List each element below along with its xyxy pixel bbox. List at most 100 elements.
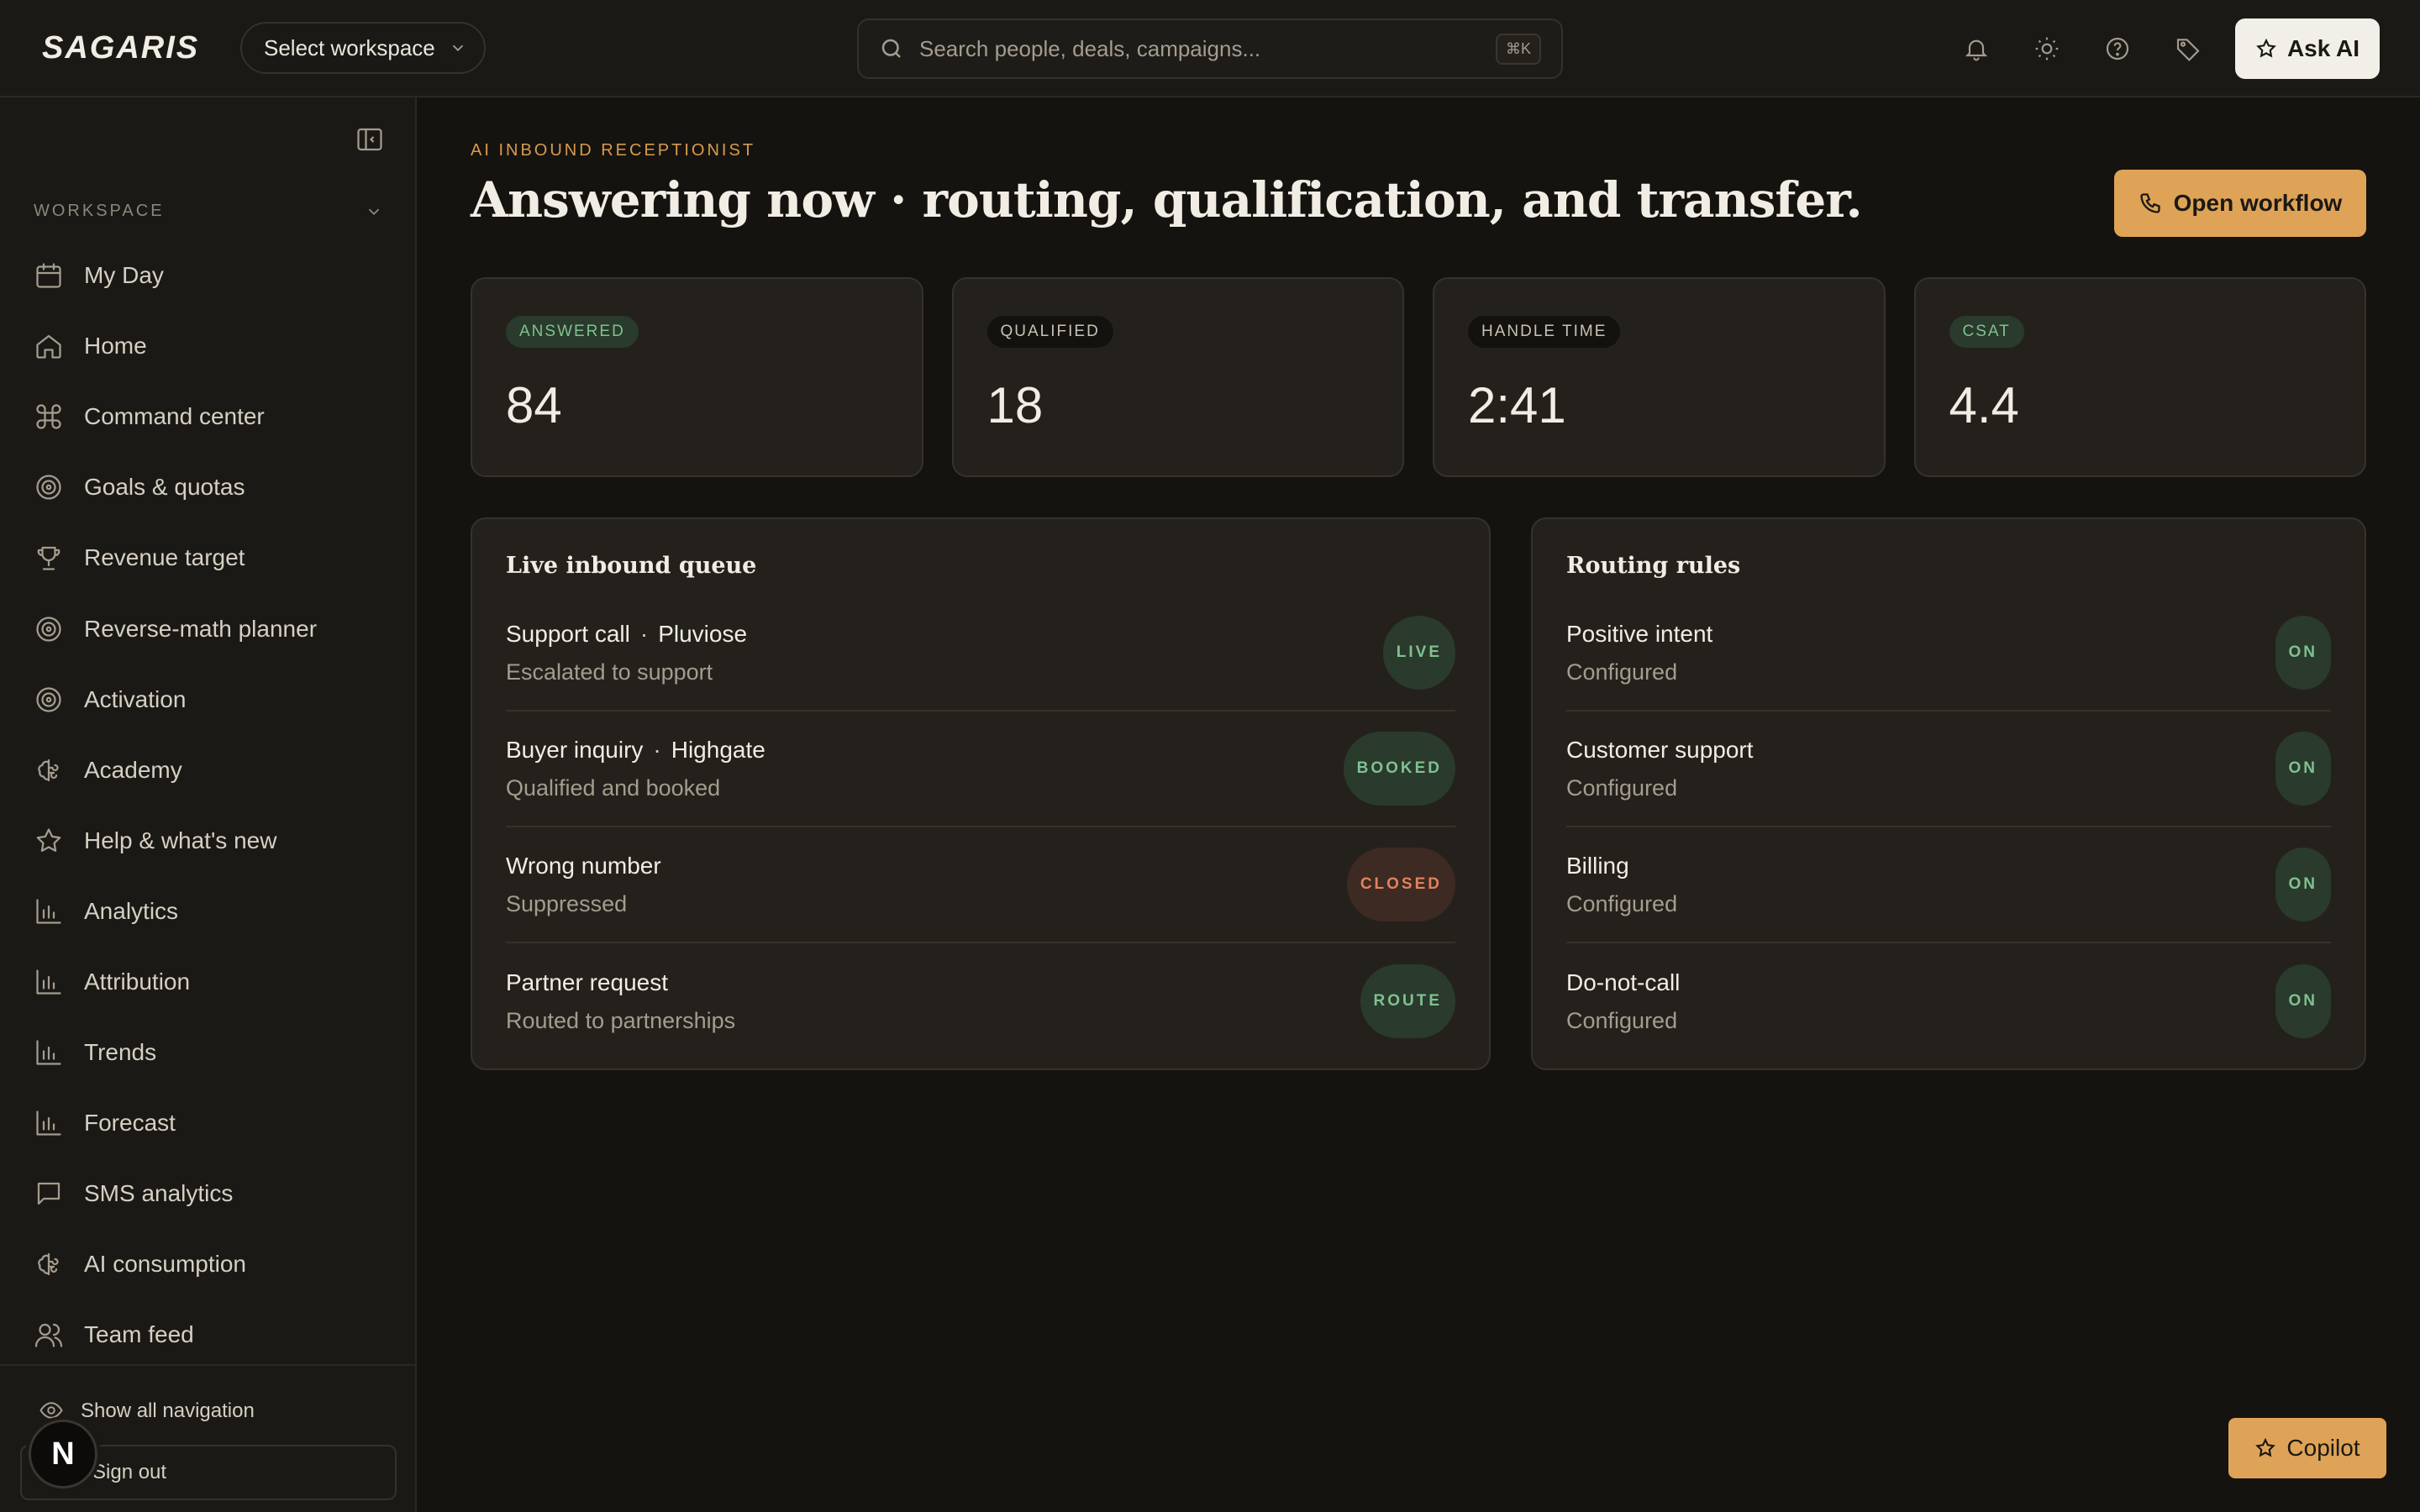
command-icon [36, 404, 61, 429]
queue-row-subtitle: Routed to partnerships [506, 1007, 736, 1033]
sidebar: WORKSPACE My Day Home Command center Goals … [0, 97, 417, 1512]
top-bar: SAGARIS Select workspace ⌘K Ask AI [0, 0, 2420, 97]
theme-toggle-button[interactable] [2030, 32, 2064, 66]
sidebar-item-label: Activation [84, 685, 187, 712]
kpi-label: HANDLE TIME [1468, 316, 1621, 348]
chevron-down-icon [452, 45, 463, 52]
sidebar-item-label: Forecast [84, 1110, 176, 1137]
queue-row-title: Wrong number [506, 852, 661, 879]
bar-chart-icon [36, 969, 61, 995]
live-inbound-queue-panel: Live inbound queue Support call · Pluviose… [471, 517, 1491, 1070]
sidebar-item-label: AI consumption [84, 1251, 246, 1278]
copilot-label: Copilot [2286, 1435, 2360, 1461]
help-circle-icon [2106, 37, 2129, 60]
sidebar-item-activation[interactable]: Activation [0, 664, 417, 735]
kpi-card: QUALIFIED 18 [951, 277, 1404, 477]
sidebar-item-trends[interactable]: Trends [0, 1017, 417, 1088]
target-icon [36, 475, 61, 500]
workspace-select-label: Select workspace [264, 34, 435, 60]
page-title: Answering now · routing, qualification, … [471, 171, 1863, 228]
sidebar-item-reverse-math-planner[interactable]: Reverse-math planner [0, 593, 417, 664]
sidebar-item-home[interactable]: Home [0, 311, 417, 381]
copilot-button[interactable]: Copilot [2228, 1418, 2386, 1478]
open-workflow-button[interactable]: Open workflow [2114, 170, 2366, 237]
search-shortcut: ⌘K [1495, 33, 1541, 65]
show-all-navigation-link[interactable]: Show all navigation [81, 1399, 255, 1423]
sidebar-item-label: Revenue target [84, 544, 245, 571]
sidebar-item-label: Academy [84, 756, 182, 783]
status-badge: LIVE [1382, 616, 1455, 690]
sidebar-item-command-center[interactable]: Command center [0, 381, 417, 452]
avatar[interactable]: N [29, 1420, 97, 1488]
sidebar-item-attribution[interactable]: Attribution [0, 947, 417, 1017]
queue-row[interactable]: Buyer inquiry · Highgate Qualified and book… [506, 711, 1455, 827]
rule-status-toggle[interactable]: ON [2275, 616, 2331, 690]
kpi-card: HANDLE TIME 2:41 [1433, 277, 1886, 477]
tags-button[interactable] [2171, 32, 2205, 66]
rule-status-toggle[interactable]: ON [2275, 732, 2331, 806]
target-icon [36, 686, 61, 712]
workspace-section-header[interactable]: WORKSPACE [34, 202, 383, 221]
ask-ai-button[interactable]: Ask AI [2235, 18, 2380, 79]
sidebar-item-goals-quotas[interactable]: Goals & quotas [0, 452, 417, 522]
routing-rule-row[interactable]: Do-not-call Configured ON [1566, 943, 2331, 1059]
help-button[interactable] [2101, 32, 2134, 66]
queue-row[interactable]: Support call · Pluviose Escalated to suppor… [506, 596, 1455, 711]
routing-rule-subtitle: Configured [1566, 774, 1678, 801]
routing-rule-row[interactable]: Positive intent Configured ON [1566, 596, 2331, 711]
search-input[interactable] [919, 35, 1481, 62]
sidebar-nav: My Day Home Command center Goals & quotas Re… [0, 240, 417, 1371]
bar-chart-icon [36, 1040, 61, 1065]
routing-rules-panel: Routing rules Positive intent Configured O… [1531, 517, 2366, 1070]
queue-row-company: Pluviose [658, 620, 748, 647]
panel-title: Live inbound queue [506, 553, 757, 579]
bar-chart-icon [36, 1110, 61, 1136]
tag-icon [2176, 39, 2200, 61]
status-badge: CLOSED [1346, 848, 1455, 921]
sun-icon [2035, 37, 2059, 60]
chevron-down-icon [368, 208, 380, 215]
users-icon [34, 1324, 63, 1348]
kpi-label: QUALIFIED [986, 316, 1113, 348]
target-icon [36, 616, 61, 642]
workspace-select[interactable]: Select workspace [240, 22, 486, 74]
sidebar-item-label: Reverse-math planner [84, 615, 318, 642]
queue-row[interactable]: Partner request Routed to partnerships ROU… [506, 943, 1455, 1059]
sidebar-item-label: Trends [84, 1039, 157, 1066]
workspace-section-label: WORKSPACE [34, 202, 165, 220]
queue-row[interactable]: Wrong number Suppressed CLOSED [506, 827, 1455, 943]
sidebar-item-academy[interactable]: Academy [0, 735, 417, 806]
kpi-value: 84 [506, 377, 562, 433]
sidebar-item-team-feed[interactable]: Team feed [0, 1299, 417, 1370]
sidebar-item-revenue-target[interactable]: Revenue target [0, 522, 417, 593]
queue-row-company: Highgate [671, 736, 765, 763]
phone-icon [2139, 193, 2160, 213]
rule-status-toggle[interactable]: ON [2275, 964, 2331, 1038]
calendar-icon [36, 263, 61, 288]
sidebar-item-label: Help & what's new [84, 827, 277, 853]
sidebar-item-label: Team feed [84, 1321, 194, 1348]
brain-icon [38, 1253, 59, 1276]
sidebar-item-analytics[interactable]: Analytics [0, 876, 417, 947]
queue-row-title: Partner request [506, 969, 668, 995]
separator-dot: · [639, 620, 649, 647]
search-bar[interactable]: ⌘K [857, 18, 1563, 79]
kpi-card: CSAT 4.4 [1913, 277, 2366, 477]
routing-rule-row[interactable]: Customer support Configured ON [1566, 711, 2331, 827]
queue-row-title: Buyer inquiry [506, 736, 644, 763]
notifications-button[interactable] [1960, 32, 1993, 66]
sidebar-item-help-what-s-new[interactable]: Help & what's new [0, 806, 417, 876]
sidebar-item-forecast[interactable]: Forecast [0, 1088, 417, 1158]
rule-status-toggle[interactable]: ON [2275, 848, 2331, 921]
kpi-label: CSAT [1949, 316, 2024, 348]
sidebar-item-sms-analytics[interactable]: SMS analytics [0, 1158, 417, 1229]
queue-row-title: Support call [506, 620, 630, 647]
sidebar-item-my-day[interactable]: My Day [0, 240, 417, 311]
routing-rule-subtitle: Configured [1566, 659, 1678, 685]
collapse-sidebar-icon[interactable] [355, 124, 385, 155]
logo[interactable]: SAGARIS [42, 30, 199, 66]
home-icon [36, 335, 61, 359]
routing-rule-row[interactable]: Billing Configured ON [1566, 827, 2331, 943]
sidebar-item-ai-consumption[interactable]: AI consumption [0, 1229, 417, 1299]
message-icon [37, 1183, 60, 1205]
